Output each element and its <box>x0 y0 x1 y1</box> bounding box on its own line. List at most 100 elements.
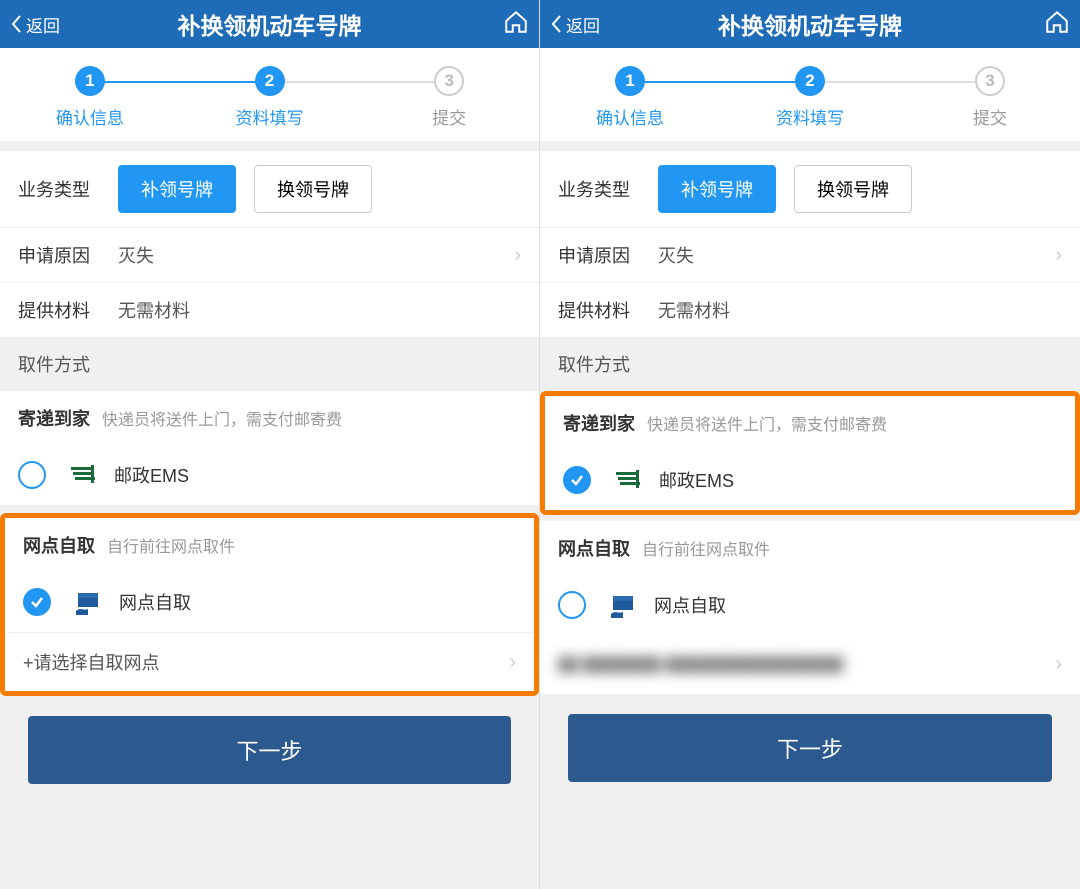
step-submit: 3 提交 <box>900 66 1080 129</box>
step-label: 资料填写 <box>236 104 304 129</box>
delivery-title: 寄递到家 <box>563 410 635 436</box>
chevron-right-icon: › <box>514 244 521 267</box>
step-submit: 3 提交 <box>359 66 539 129</box>
pill-replace[interactable]: 补领号牌 <box>118 165 236 213</box>
value-materials: 无需材料 <box>658 297 1062 323</box>
selfpickup-group: 网点自取 自行前往网点取件 网点自取 <box>540 521 1080 635</box>
back-button[interactable]: 返回 <box>10 12 60 37</box>
address-row-blurred[interactable]: ██ ████████ ██████████████████ › <box>540 635 1080 694</box>
label-reason: 申请原因 <box>558 242 658 268</box>
row-reason[interactable]: 申请原因 灭失 › <box>0 228 539 283</box>
back-label: 返回 <box>26 12 60 37</box>
progress-steps: 1 确认信息 2 资料填写 3 提交 <box>0 48 539 141</box>
blurred-address-text: ██ ████████ ██████████████████ <box>558 655 1055 675</box>
chevron-left-icon <box>10 14 22 34</box>
next-button[interactable]: 下一步 <box>28 716 511 784</box>
page-title: 补换领机动车号牌 <box>540 7 1080 41</box>
label-reason: 申请原因 <box>18 242 118 268</box>
chevron-right-icon: › <box>1055 244 1062 267</box>
selfpickup-sub: 自行前往网点取件 <box>107 533 235 557</box>
row-materials: 提供材料 无需材料 <box>540 283 1080 337</box>
value-reason: 灭失 <box>118 242 514 268</box>
delivery-header: 寄递到家 快递员将送件上门，需支付邮寄费 <box>0 391 539 445</box>
label-business-type: 业务类型 <box>18 176 118 202</box>
ems-icon <box>613 468 645 492</box>
option-selfpickup[interactable]: 网点自取 <box>540 575 1080 635</box>
option-ems[interactable]: 邮政EMS <box>0 445 539 505</box>
pill-exchange[interactable]: 换领号牌 <box>254 165 372 213</box>
step-number: 2 <box>255 66 285 96</box>
pill-exchange[interactable]: 换领号牌 <box>794 165 912 213</box>
screen-left: 返回 补换领机动车号牌 1 确认信息 2 资料填写 3 提交 业务类型 补领号牌… <box>0 0 540 889</box>
header: 返回 补换领机动车号牌 <box>540 0 1080 48</box>
radio-unchecked[interactable] <box>18 461 46 489</box>
step-confirm[interactable]: 1 确认信息 <box>0 66 180 129</box>
form-section: 业务类型 补领号牌 换领号牌 申请原因 灭失 › 提供材料 无需材料 <box>540 151 1080 337</box>
home-button[interactable] <box>1044 9 1070 40</box>
option-selfpickup[interactable]: 网点自取 <box>5 572 534 632</box>
step-label: 提交 <box>432 104 466 129</box>
row-materials: 提供材料 无需材料 <box>0 283 539 337</box>
delivery-sub: 快递员将送件上门，需支付邮寄费 <box>647 411 887 435</box>
step-fill[interactable]: 2 资料填写 <box>720 66 900 129</box>
selfpickup-header: 网点自取 自行前往网点取件 <box>540 521 1080 575</box>
select-pickup-point[interactable]: +请选择自取网点 › <box>5 632 534 691</box>
label-materials: 提供材料 <box>558 297 658 323</box>
delivery-group: 寄递到家 快递员将送件上门，需支付邮寄费 邮政EMS <box>0 391 539 505</box>
home-icon <box>1044 9 1070 35</box>
step-label: 资料填写 <box>776 104 844 129</box>
selfpickup-sub: 自行前往网点取件 <box>642 536 770 560</box>
highlight-delivery: 寄递到家 快递员将送件上门，需支付邮寄费 邮政EMS <box>540 391 1080 515</box>
next-button[interactable]: 下一步 <box>568 714 1052 782</box>
check-icon <box>569 472 585 488</box>
step-fill[interactable]: 2 资料填写 <box>180 66 360 129</box>
radio-unchecked[interactable] <box>558 591 586 619</box>
delivery-header: 寄递到家 快递员将送件上门，需支付邮寄费 <box>545 396 1075 450</box>
progress-steps: 1 确认信息 2 资料填写 3 提交 <box>540 48 1080 141</box>
pickup-mode-header: 取件方式 <box>0 337 539 391</box>
radio-checked[interactable] <box>23 588 51 616</box>
check-icon <box>29 594 45 610</box>
selfpickup-title: 网点自取 <box>558 535 630 561</box>
option-selfpickup-label: 网点自取 <box>654 592 726 618</box>
delivery-sub: 快递员将送件上门，需支付邮寄费 <box>102 406 342 430</box>
step-number: 2 <box>795 66 825 96</box>
step-number: 1 <box>75 66 105 96</box>
option-selfpickup-label: 网点自取 <box>119 589 191 615</box>
delivery-title: 寄递到家 <box>18 405 90 431</box>
page-title: 补换领机动车号牌 <box>0 7 539 41</box>
selfpickup-title: 网点自取 <box>23 532 95 558</box>
back-label: 返回 <box>566 12 600 37</box>
value-materials: 无需材料 <box>118 297 521 323</box>
step-number: 3 <box>975 66 1005 96</box>
label-business-type: 业务类型 <box>558 176 658 202</box>
radio-checked[interactable] <box>563 466 591 494</box>
ems-icon <box>68 463 100 487</box>
option-ems[interactable]: 邮政EMS <box>545 450 1075 510</box>
screen-right: 返回 补换领机动车号牌 1 确认信息 2 资料填写 3 提交 业务类型 补领号牌… <box>540 0 1080 889</box>
package-icon <box>608 592 640 618</box>
row-business-type: 业务类型 补领号牌 换领号牌 <box>0 151 539 228</box>
chevron-right-icon: › <box>509 651 516 674</box>
step-confirm[interactable]: 1 确认信息 <box>540 66 720 129</box>
step-label: 确认信息 <box>596 104 664 129</box>
pickup-mode-header: 取件方式 <box>540 337 1080 391</box>
back-button[interactable]: 返回 <box>550 12 600 37</box>
option-ems-label: 邮政EMS <box>659 467 734 493</box>
select-pickup-hint: +请选择自取网点 <box>23 649 509 675</box>
header: 返回 补换领机动车号牌 <box>0 0 539 48</box>
step-label: 提交 <box>973 104 1007 129</box>
value-reason: 灭失 <box>658 242 1055 268</box>
row-reason[interactable]: 申请原因 灭失 › <box>540 228 1080 283</box>
home-button[interactable] <box>503 9 529 40</box>
step-label: 确认信息 <box>56 104 124 129</box>
form-section: 业务类型 补领号牌 换领号牌 申请原因 灭失 › 提供材料 无需材料 <box>0 151 539 337</box>
option-ems-label: 邮政EMS <box>114 462 189 488</box>
label-materials: 提供材料 <box>18 297 118 323</box>
row-business-type: 业务类型 补领号牌 换领号牌 <box>540 151 1080 228</box>
selfpickup-header: 网点自取 自行前往网点取件 <box>5 518 534 572</box>
step-number: 3 <box>434 66 464 96</box>
pill-replace[interactable]: 补领号牌 <box>658 165 776 213</box>
home-icon <box>503 9 529 35</box>
step-number: 1 <box>615 66 645 96</box>
